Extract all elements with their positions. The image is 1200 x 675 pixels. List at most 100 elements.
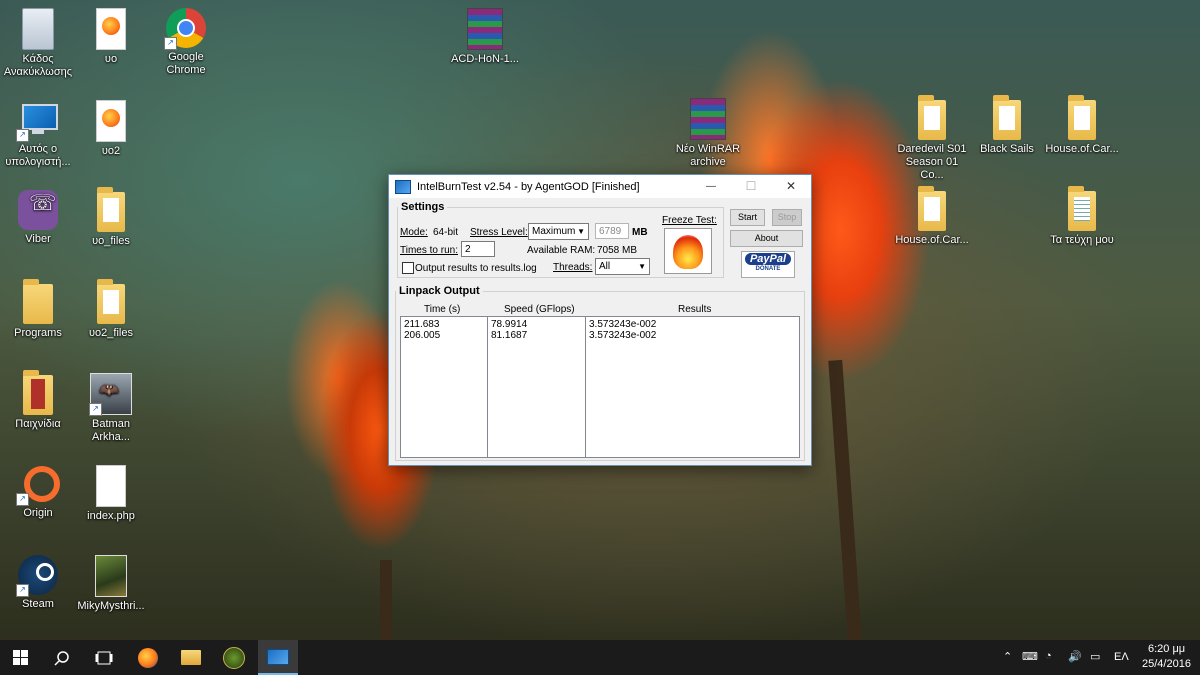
keyboard-icon[interactable]: ⌨ xyxy=(1022,650,1038,663)
desktop-icon-label: υο2_files xyxy=(89,327,133,339)
batman-game-icon: 🦇 ↗ xyxy=(89,373,132,416)
desktop-icon-uo[interactable]: υο xyxy=(73,8,149,66)
desktop-icon-house-of-cards-1[interactable]: House.of.Car... xyxy=(1044,95,1120,156)
stress-level-value: Maximum xyxy=(532,226,576,237)
flower-stem xyxy=(828,359,862,641)
threads-select[interactable]: All ▼ xyxy=(595,258,650,275)
desktop-icon-recycle-bin[interactable]: Κάδος Ανακύκλωσης xyxy=(0,8,76,79)
firefox-document-icon xyxy=(96,100,126,142)
time-cell: 206.005 xyxy=(404,330,441,341)
computer-icon: ↗ xyxy=(16,100,58,142)
hon-game-icon xyxy=(223,646,245,669)
intelburntest-icon xyxy=(267,648,289,665)
desktop-icon-label: Black Sails xyxy=(980,143,1034,155)
column-header-results: Results xyxy=(678,304,712,315)
recycle-bin-icon xyxy=(22,8,54,50)
desktop-icon-label: Viber xyxy=(25,233,51,245)
maximize-button[interactable]: ☐ xyxy=(731,175,771,198)
desktop-icon-origin[interactable]: ↗ Origin xyxy=(0,464,76,520)
taskbar-file-explorer[interactable] xyxy=(171,640,211,675)
network-icon[interactable]: ◔ xyxy=(1045,650,1052,662)
output-log-label: Output results to results.log xyxy=(415,263,537,274)
folder-icon xyxy=(1068,186,1096,231)
paypal-donate-button[interactable]: PayPal DONATE xyxy=(741,251,795,278)
start-button-windows[interactable] xyxy=(0,640,40,675)
desktop-icon-label: Programs xyxy=(14,327,62,339)
chevron-down-icon: ▼ xyxy=(577,227,585,236)
taskbar-intelburntest[interactable] xyxy=(258,640,298,675)
desktop-icon-google-chrome[interactable]: ↗ Google Chrome xyxy=(148,8,224,77)
times-to-run-input[interactable]: 2 xyxy=(461,241,495,257)
desktop-icon-daredevil[interactable]: Daredevil S01 Season 01 Co... xyxy=(894,95,970,182)
desktop-icon-label: House.of.Car... xyxy=(895,234,969,246)
folder-icon xyxy=(97,279,125,324)
time-column: 211.683 206.005 xyxy=(401,317,488,457)
available-ram-value: 7058 MB xyxy=(597,245,638,256)
freeze-test-label: Freeze Test: xyxy=(662,215,717,226)
intelburntest-window: IntelBurnTest v2.54 - by AgentGOD [Finis… xyxy=(388,174,812,466)
minimize-button[interactable]: — xyxy=(691,175,731,198)
taskbar-hon[interactable] xyxy=(214,640,254,675)
winrar-archive-icon xyxy=(467,8,503,50)
desktop-icon-batman[interactable]: 🦇 ↗ Batman Arkha... xyxy=(73,373,149,444)
column-header-speed: Speed (GFlops) xyxy=(504,304,575,315)
volume-icon[interactable]: 🔊 xyxy=(1068,650,1082,663)
stop-button[interactable]: Stop xyxy=(772,209,802,226)
desktop-icon-this-pc[interactable]: ↗ Αυτός ο υπολογιστή... xyxy=(0,100,76,169)
chevron-down-icon: ▼ xyxy=(638,262,646,271)
desktop-icon-my-issues[interactable]: Τα τεύχη μου xyxy=(1044,186,1120,247)
folder-icon xyxy=(993,95,1021,140)
desktop-icon-acd-hon[interactable]: ACD-HoN-1... xyxy=(447,8,523,66)
desktop-icon-index-php[interactable]: index.php xyxy=(73,465,149,523)
taskbar-firefox[interactable] xyxy=(128,640,168,675)
taskbar: ⌃ ⌨ ◔ 🔊 ▭ ΕΛ 6:20 μμ 25/4/2016 xyxy=(0,640,1200,675)
paypal-logo: PayPal xyxy=(745,253,791,265)
about-button[interactable]: About xyxy=(730,230,803,247)
threads-label: Threads: xyxy=(553,262,593,273)
chrome-icon: ↗ xyxy=(164,8,206,50)
desktop-icon-label: Κάδος Ανακύκλωσης xyxy=(3,53,73,78)
folder-icon xyxy=(23,279,53,324)
desktop-icon-programs[interactable]: Programs xyxy=(0,279,76,340)
available-ram-label: Available RAM: xyxy=(527,245,596,256)
start-button[interactable]: Start xyxy=(730,209,765,226)
desktop-icon-house-of-cards-2[interactable]: House.of.Car... xyxy=(894,186,970,247)
stress-level-select[interactable]: Maximum ▼ xyxy=(528,223,589,240)
task-view-button[interactable] xyxy=(84,640,124,675)
memory-input[interactable]: 6789 xyxy=(595,223,629,239)
language-indicator[interactable]: ΕΛ xyxy=(1114,651,1129,663)
games-folder-icon xyxy=(23,370,53,415)
firefox-icon xyxy=(138,647,158,668)
search-button[interactable] xyxy=(42,640,82,675)
linpack-output-table[interactable]: 211.683 206.005 78.9914 81.1687 3.573243… xyxy=(400,316,800,458)
desktop-icon-label: Τα τεύχη μου xyxy=(1050,234,1114,246)
time-cell: 211.683 xyxy=(404,319,440,330)
clock-date[interactable]: 25/4/2016 xyxy=(1142,658,1191,670)
close-button[interactable]: ✕ xyxy=(771,175,811,198)
folder-icon xyxy=(1068,95,1096,140)
desktop-icon-steam[interactable]: ↗ Steam xyxy=(0,555,76,611)
origin-icon: ↗ xyxy=(16,464,60,506)
window-title: IntelBurnTest v2.54 - by AgentGOD [Finis… xyxy=(417,180,640,193)
desktop-icon-new-winrar[interactable]: Νέο WinRAR archive xyxy=(670,98,746,169)
result-cell: 3.573243e-002 xyxy=(589,330,657,341)
desktop-icon-uo-files[interactable]: υο_files xyxy=(73,187,149,248)
desktop-icon-uo2-files[interactable]: υο2_files xyxy=(73,279,149,340)
freeze-test-fire-icon[interactable] xyxy=(664,228,712,274)
desktop-icon-label: Origin xyxy=(23,507,53,519)
desktop-icon-label: Steam xyxy=(22,598,54,610)
action-center-icon[interactable]: ▭ xyxy=(1090,650,1100,663)
desktop-icon-viber[interactable]: ☏ Viber xyxy=(0,190,76,246)
document-icon xyxy=(96,465,126,507)
show-hidden-icons[interactable]: ⌃ xyxy=(1003,650,1012,663)
title-bar[interactable]: IntelBurnTest v2.54 - by AgentGOD [Finis… xyxy=(389,175,811,198)
desktop-icon-mikymysthri[interactable]: MikyMysthri... xyxy=(73,555,149,613)
desktop-icon-uo2[interactable]: υο2 xyxy=(73,100,149,158)
desktop-icon-games[interactable]: Παιχνίδια xyxy=(0,370,76,431)
linpack-output-legend: Linpack Output xyxy=(399,285,480,297)
desktop-icon-black-sails[interactable]: Black Sails xyxy=(969,95,1045,156)
stress-level-label: Stress Level: xyxy=(470,227,528,238)
firefox-document-icon xyxy=(96,8,126,50)
output-log-checkbox[interactable] xyxy=(402,262,414,274)
clock-time[interactable]: 6:20 μμ xyxy=(1148,643,1185,655)
